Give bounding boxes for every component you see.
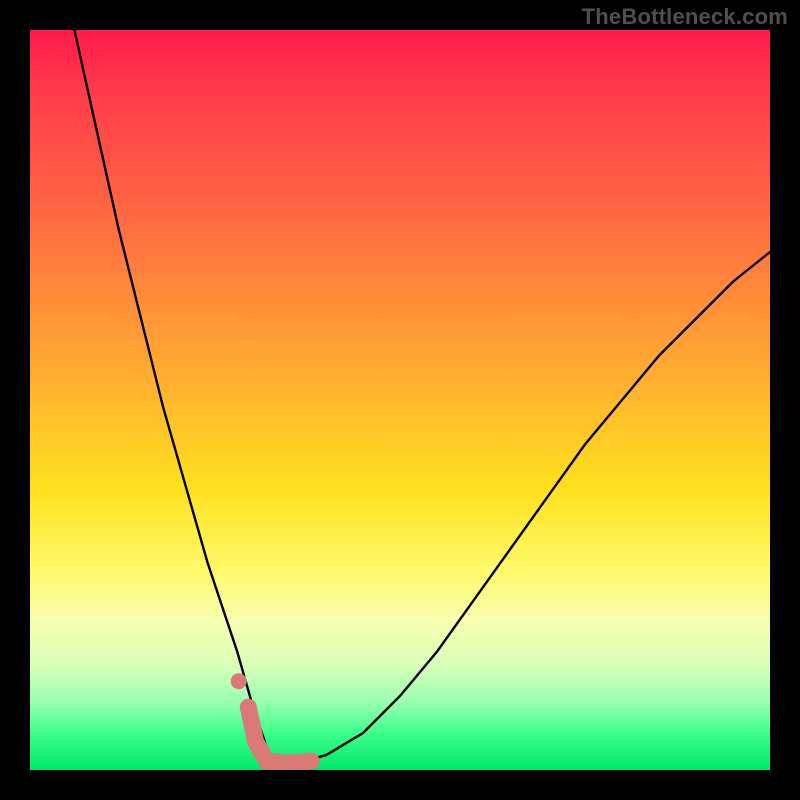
bottleneck-curve (74, 30, 770, 763)
bottom-highlight-dot (231, 673, 247, 689)
bottleneck-plot (30, 30, 770, 770)
chart-stage: TheBottleneck.com (0, 0, 800, 800)
watermark-text: TheBottleneck.com (582, 4, 788, 30)
bottom-highlight-segment (248, 707, 311, 763)
